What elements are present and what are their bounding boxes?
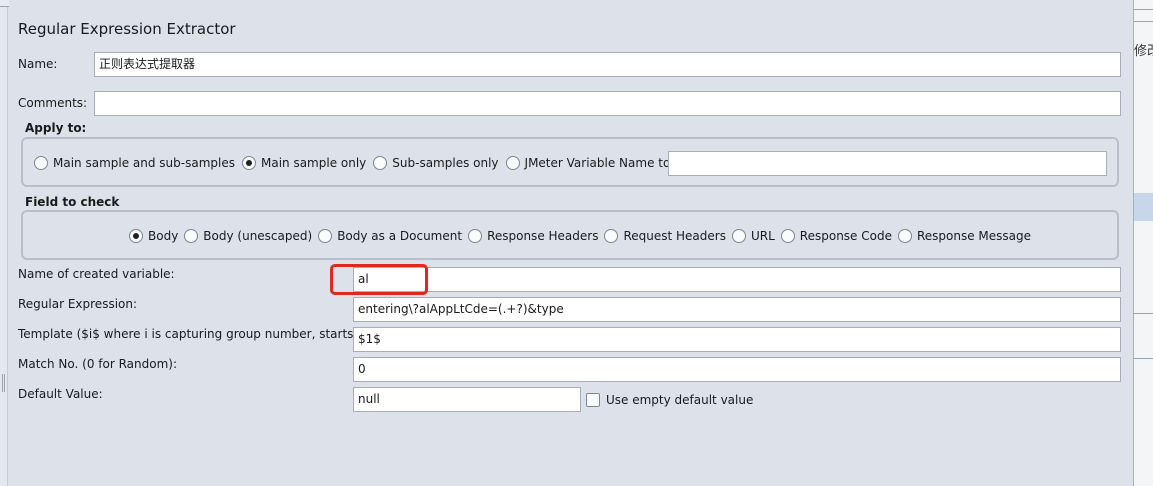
template-field[interactable]: $1$ [353, 327, 1121, 352]
field-to-check-title: Field to check [25, 195, 120, 209]
radio-option[interactable]: Request Headers [604, 229, 726, 243]
radio-option[interactable]: URL [731, 229, 775, 243]
splitter-grip-icon[interactable] [2, 374, 5, 392]
radio-label: Body [148, 229, 179, 243]
radio-option[interactable]: Body (unescaped) [184, 229, 312, 243]
radio-unchecked-icon[interactable] [184, 229, 199, 243]
match-no-field[interactable]: 0 [353, 357, 1121, 382]
radio-label: Main sample only [260, 156, 367, 170]
radio-option[interactable]: Response Message [897, 229, 1032, 243]
radio-label: URL [750, 229, 775, 243]
use-empty-default-checkbox[interactable] [586, 393, 600, 407]
radio-label: Request Headers [623, 229, 726, 243]
radio-label: Body as a Document [337, 229, 463, 243]
right-pane-divider [1134, 313, 1153, 314]
right-side-pane: 修改 [1133, 0, 1153, 486]
field-to-check-options: Body Body (unescaped) Body as a Document Re… [129, 229, 1031, 243]
radio-unchecked-icon[interactable] [897, 229, 912, 243]
match-no-label: Match No. (0 for Random): [18, 357, 178, 371]
radio-label: Response Code [799, 229, 892, 243]
radio-label: Main sample and sub-samples [53, 156, 235, 170]
right-pane-divider [1134, 358, 1153, 359]
radio-option[interactable]: Body [129, 229, 178, 243]
created-variable-label: Name of created variable: [18, 267, 175, 281]
right-pane-selected-row[interactable] [1134, 193, 1153, 221]
radio-unchecked-icon[interactable] [505, 156, 520, 170]
highlight-annotation [330, 264, 428, 295]
radio-unchecked-icon[interactable] [34, 156, 48, 170]
radio-checked-icon[interactable] [129, 229, 143, 243]
jmeter-variable-field[interactable] [668, 151, 1107, 176]
right-pane-divider [1134, 21, 1153, 22]
created-variable-field[interactable]: al [353, 267, 1121, 292]
radio-option[interactable]: Main sample and sub-samples [34, 156, 235, 170]
regex-label: Regular Expression: [18, 297, 138, 311]
radio-label: Response Headers [487, 229, 599, 243]
radio-option[interactable]: Response Code [780, 229, 892, 243]
right-pane-text: 修改 [1134, 44, 1153, 59]
template-label: Template ($i$ where i is capturing group… [18, 327, 390, 341]
radio-option[interactable]: Response Headers [468, 229, 598, 243]
radio-option[interactable]: JMeter Variable Name to use [505, 156, 695, 170]
name-label: Name: [18, 57, 58, 71]
radio-unchecked-icon[interactable] [373, 156, 388, 170]
radio-option[interactable]: Body as a Document [318, 229, 462, 243]
right-pane-divider [1134, 9, 1153, 10]
use-empty-default-label: Use empty default value [606, 393, 754, 407]
radio-unchecked-icon[interactable] [780, 229, 795, 243]
radio-unchecked-icon[interactable] [468, 229, 483, 243]
radio-label: Response Message [916, 229, 1032, 243]
left-splitter[interactable] [0, 0, 8, 486]
default-value-field[interactable]: null [353, 387, 581, 412]
default-value-label: Default Value: [18, 387, 103, 401]
radio-unchecked-icon[interactable] [604, 229, 619, 243]
radio-option[interactable]: Main sample only [241, 156, 367, 170]
radio-label: Sub-samples only [392, 156, 499, 170]
panel-title: Regular Expression Extractor [18, 20, 236, 38]
regex-field[interactable]: entering\?alAppLtCde=(.+?)&type [353, 297, 1121, 322]
radio-option[interactable]: Sub-samples only [373, 156, 499, 170]
radio-label: Body (unescaped) [203, 229, 313, 243]
name-field[interactable]: 正则表达式提取器 [94, 52, 1121, 77]
comments-label: Comments: [18, 96, 88, 110]
radio-checked-icon[interactable] [241, 156, 256, 170]
radio-unchecked-icon[interactable] [731, 229, 746, 243]
apply-to-title: Apply to: [25, 121, 87, 135]
comments-field[interactable] [94, 91, 1121, 116]
apply-to-options: Main sample and sub-samples Main sample o… [34, 156, 695, 170]
radio-unchecked-icon[interactable] [318, 229, 333, 243]
